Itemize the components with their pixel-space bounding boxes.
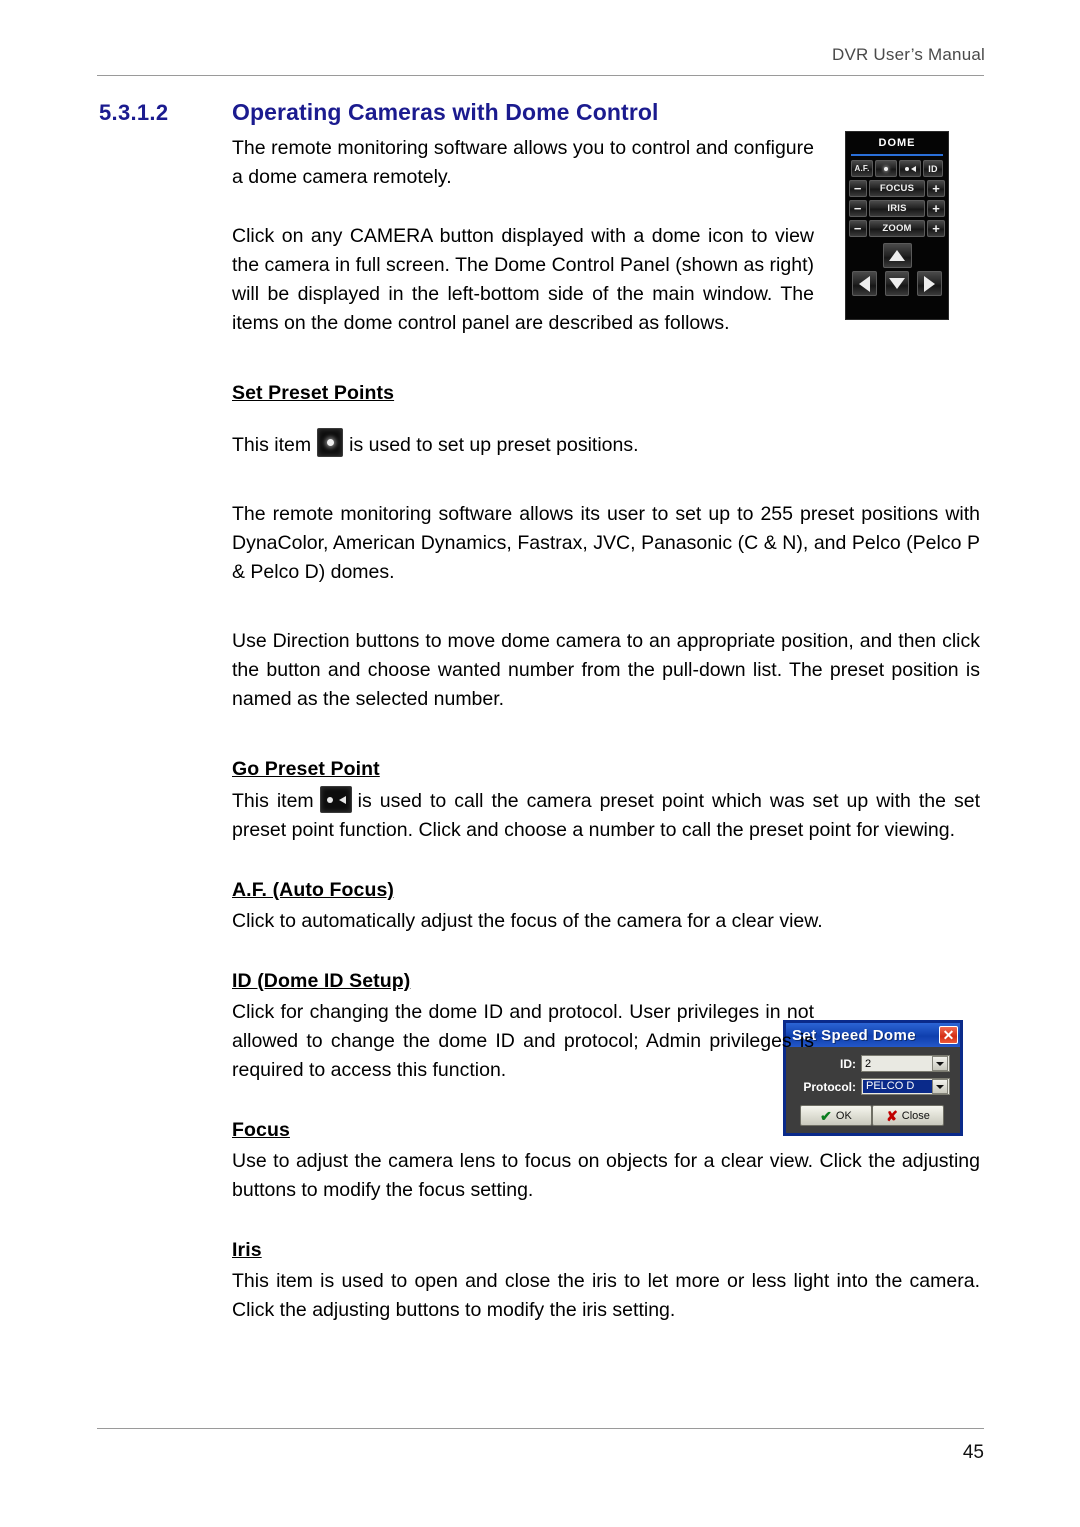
heading-go-preset-point: Go Preset Point bbox=[232, 758, 380, 780]
heading-set-preset-points: Set Preset Points bbox=[232, 382, 395, 404]
auto-focus-paragraph: Click to automatically adjust the focus … bbox=[232, 910, 823, 932]
heading-dome-id-wrap: ID (Dome ID Setup) bbox=[232, 966, 980, 998]
intro-paragraph-2: Click on any CAMERA button displayed wit… bbox=[232, 225, 814, 334]
heading-go-preset-point-wrap: Go Preset Point bbox=[232, 754, 980, 786]
go-preset-text-before: This item bbox=[232, 790, 314, 812]
heading-auto-focus: A.F. (Auto Focus) bbox=[232, 879, 395, 901]
heading-focus-wrap: Focus bbox=[232, 1115, 980, 1147]
go-preset-button-icon bbox=[319, 786, 352, 813]
iris-paragraph: This item is used to open and close the … bbox=[232, 1270, 980, 1321]
section-number: 5.3.1.2 bbox=[99, 100, 169, 125]
heading-iris: Iris bbox=[232, 1239, 262, 1261]
heading-set-preset-points-wrap: Set Preset Points bbox=[232, 378, 980, 410]
go-preset-paragraph: This item is used to call the camera pres… bbox=[232, 786, 980, 845]
header-divider bbox=[97, 75, 984, 76]
heading-auto-focus-wrap: A.F. (Auto Focus) bbox=[232, 875, 980, 907]
page-header-title: DVR User’s Manual bbox=[832, 45, 985, 64]
heading-focus: Focus bbox=[232, 1119, 290, 1141]
set-preset-icon-line: This item is used to set up preset positi… bbox=[232, 428, 980, 460]
direction-buttons-paragraph: Use Direction buttons to move dome camer… bbox=[232, 630, 980, 710]
heading-iris-wrap: Iris bbox=[232, 1235, 980, 1267]
set-preset-button-icon bbox=[317, 428, 344, 457]
page-number: 45 bbox=[962, 1442, 984, 1463]
intro-paragraph-1: The remote monitoring software allows yo… bbox=[232, 137, 814, 188]
manual-page: DVR User’s Manual 5.3.1.2 Operating Came… bbox=[0, 0, 1080, 1527]
dome-id-paragraph: Click for changing the dome ID and proto… bbox=[232, 1001, 814, 1081]
set-preset-text-after: is used to set up preset positions. bbox=[349, 434, 639, 456]
heading-dome-id-setup: ID (Dome ID Setup) bbox=[232, 970, 411, 992]
preset-count-paragraph: The remote monitoring software allows it… bbox=[232, 503, 980, 583]
footer-divider bbox=[97, 1428, 984, 1429]
section-title: Operating Cameras with Dome Control bbox=[232, 99, 659, 125]
focus-paragraph: Use to adjust the camera lens to focus o… bbox=[232, 1150, 980, 1201]
page-content: The remote monitoring software allows yo… bbox=[232, 134, 980, 1325]
set-preset-text-before: This item bbox=[232, 434, 312, 456]
